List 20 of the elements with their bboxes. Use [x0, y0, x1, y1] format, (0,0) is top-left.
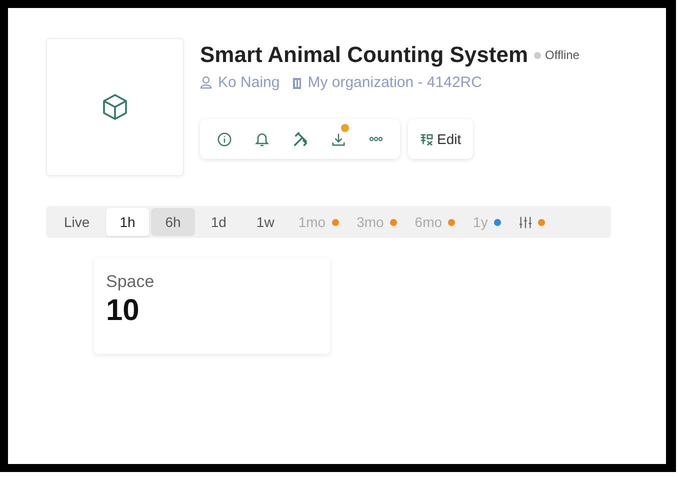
edit-button[interactable]: Edit	[408, 119, 474, 159]
metric-value: 10	[106, 294, 140, 328]
user-icon	[200, 76, 212, 89]
time-range-tab[interactable]: 1d	[196, 208, 240, 236]
time-range-tab[interactable]: 1h	[106, 208, 150, 236]
cube-icon	[102, 93, 128, 121]
info-icon	[216, 132, 232, 146]
time-range-tab[interactable]: Live	[50, 208, 104, 236]
building-icon	[292, 76, 302, 88]
device-title: Smart Animal Counting System	[200, 42, 528, 68]
download-icon	[330, 132, 346, 146]
sliders-icon	[518, 216, 532, 228]
time-range-tab[interactable]: 6h	[151, 208, 195, 236]
tools-icon	[292, 132, 308, 146]
edit-grid-icon	[420, 132, 433, 146]
bell-icon	[255, 132, 269, 146]
status-label: Offline	[545, 48, 580, 62]
more-icon	[369, 136, 383, 142]
metric-label: Space	[106, 272, 156, 292]
time-range-tab[interactable]: 1w	[242, 208, 288, 236]
